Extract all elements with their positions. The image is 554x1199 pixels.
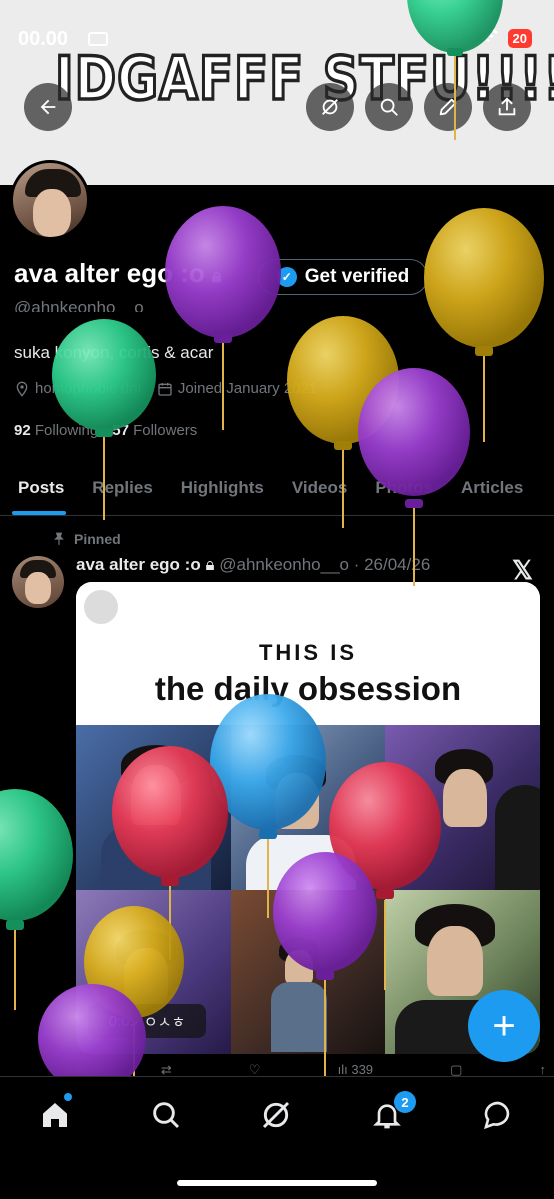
notification-count-badge: 2 (394, 1091, 416, 1113)
spotify-logo-icon (84, 590, 118, 624)
airplane-icon: ✈ (452, 28, 468, 48)
post-media[interactable]: THIS IS the daily obsession (76, 582, 540, 1054)
edit-button[interactable] (424, 83, 472, 131)
profile-handle: @ahnkeonho__o (14, 298, 144, 312)
collage-photo (76, 725, 231, 890)
get-verified-button[interactable]: ✓ Get verified (258, 259, 428, 295)
home-icon (43, 1103, 67, 1127)
collage-photo (230, 889, 386, 1054)
chat-bubble-icon (484, 1101, 510, 1130)
post-avatar[interactable] (12, 556, 64, 608)
media-title-line2: the daily obsession (154, 670, 462, 707)
nav-home[interactable] (35, 1095, 75, 1135)
nav-grok[interactable] (256, 1095, 296, 1135)
post-meta: @ahnkeonho__o · 26/04/26 (219, 555, 431, 574)
search-button[interactable] (365, 83, 413, 131)
search-icon (153, 1102, 180, 1129)
tab-videos[interactable]: Videos (278, 460, 361, 515)
display-name: ava alter ego :o 🔒︎ (14, 258, 222, 288)
profile-avatar[interactable] (10, 160, 90, 240)
status-icons: ✈ 20 (452, 27, 532, 49)
video-caption: ㅇㅅㅎ (143, 1013, 186, 1031)
speech-bubble-tail (110, 130, 146, 170)
status-time: 00.00 (18, 28, 69, 50)
plus-icon: + (492, 1003, 516, 1048)
status-bar: 00.00 ✈ 20 (0, 0, 554, 80)
home-unread-dot (64, 1093, 72, 1101)
tab-articles[interactable]: Articles (447, 460, 537, 515)
grok-icon (262, 1101, 290, 1129)
profile-bio: suka konyon, cortis & acar (14, 343, 214, 362)
grok-button[interactable] (306, 83, 354, 131)
balloon-gold (424, 208, 544, 442)
profile-tabs: Posts Replies Highlights Videos Photos A… (0, 460, 554, 516)
balloon-green (0, 789, 73, 1010)
location-item: homophobic dni (14, 380, 141, 397)
tab-posts[interactable]: Posts (0, 460, 78, 515)
post-author[interactable]: ava alter ego :o (76, 555, 201, 574)
post-header: ava alter ego :o 🔒︎ @ahnkeonho__o · 26/0… (76, 555, 430, 575)
share-button[interactable] (483, 83, 531, 131)
follow-stats: 92 Following 57 Followers (14, 422, 197, 439)
collage-photo (385, 725, 540, 890)
bed-icon (88, 32, 108, 46)
tab-replies[interactable]: Replies (78, 460, 166, 515)
location-pin-icon (16, 381, 28, 397)
pinned-indicator: Pinned (52, 531, 121, 547)
nav-search[interactable] (146, 1095, 186, 1135)
wifi-icon (477, 27, 498, 49)
back-button[interactable] (24, 83, 72, 131)
pencil-icon (439, 98, 457, 116)
media-title-line1: THIS IS (258, 640, 357, 665)
home-indicator (177, 1180, 377, 1186)
grok-icon (322, 99, 338, 115)
verified-badge-icon: ✓ (276, 267, 297, 287)
lock-icon: 🔒︎ (211, 266, 222, 286)
lock-icon: 🔒︎ (205, 555, 215, 574)
tab-photos[interactable]: Photos (361, 460, 447, 515)
search-icon (380, 98, 398, 116)
tab-highlights[interactable]: Highlights (167, 460, 278, 515)
share-icon (498, 97, 516, 116)
following-link[interactable]: 92 Following (14, 422, 98, 439)
nav-messages[interactable] (478, 1095, 518, 1135)
battery-indicator: 20 (507, 29, 532, 48)
profile-meta: homophobic dni Joined January 2021 (14, 380, 317, 397)
back-arrow-icon (40, 99, 56, 115)
followers-link[interactable]: 57 Followers (112, 422, 197, 439)
calendar-icon (158, 382, 172, 396)
pin-icon (54, 532, 64, 545)
joined-item: Joined January 2021 (157, 380, 317, 397)
collage-photo (230, 725, 386, 890)
compose-post-button[interactable]: + (468, 990, 540, 1062)
video-duration-badge: 0:09 ㅇㅅㅎ (88, 1004, 206, 1038)
